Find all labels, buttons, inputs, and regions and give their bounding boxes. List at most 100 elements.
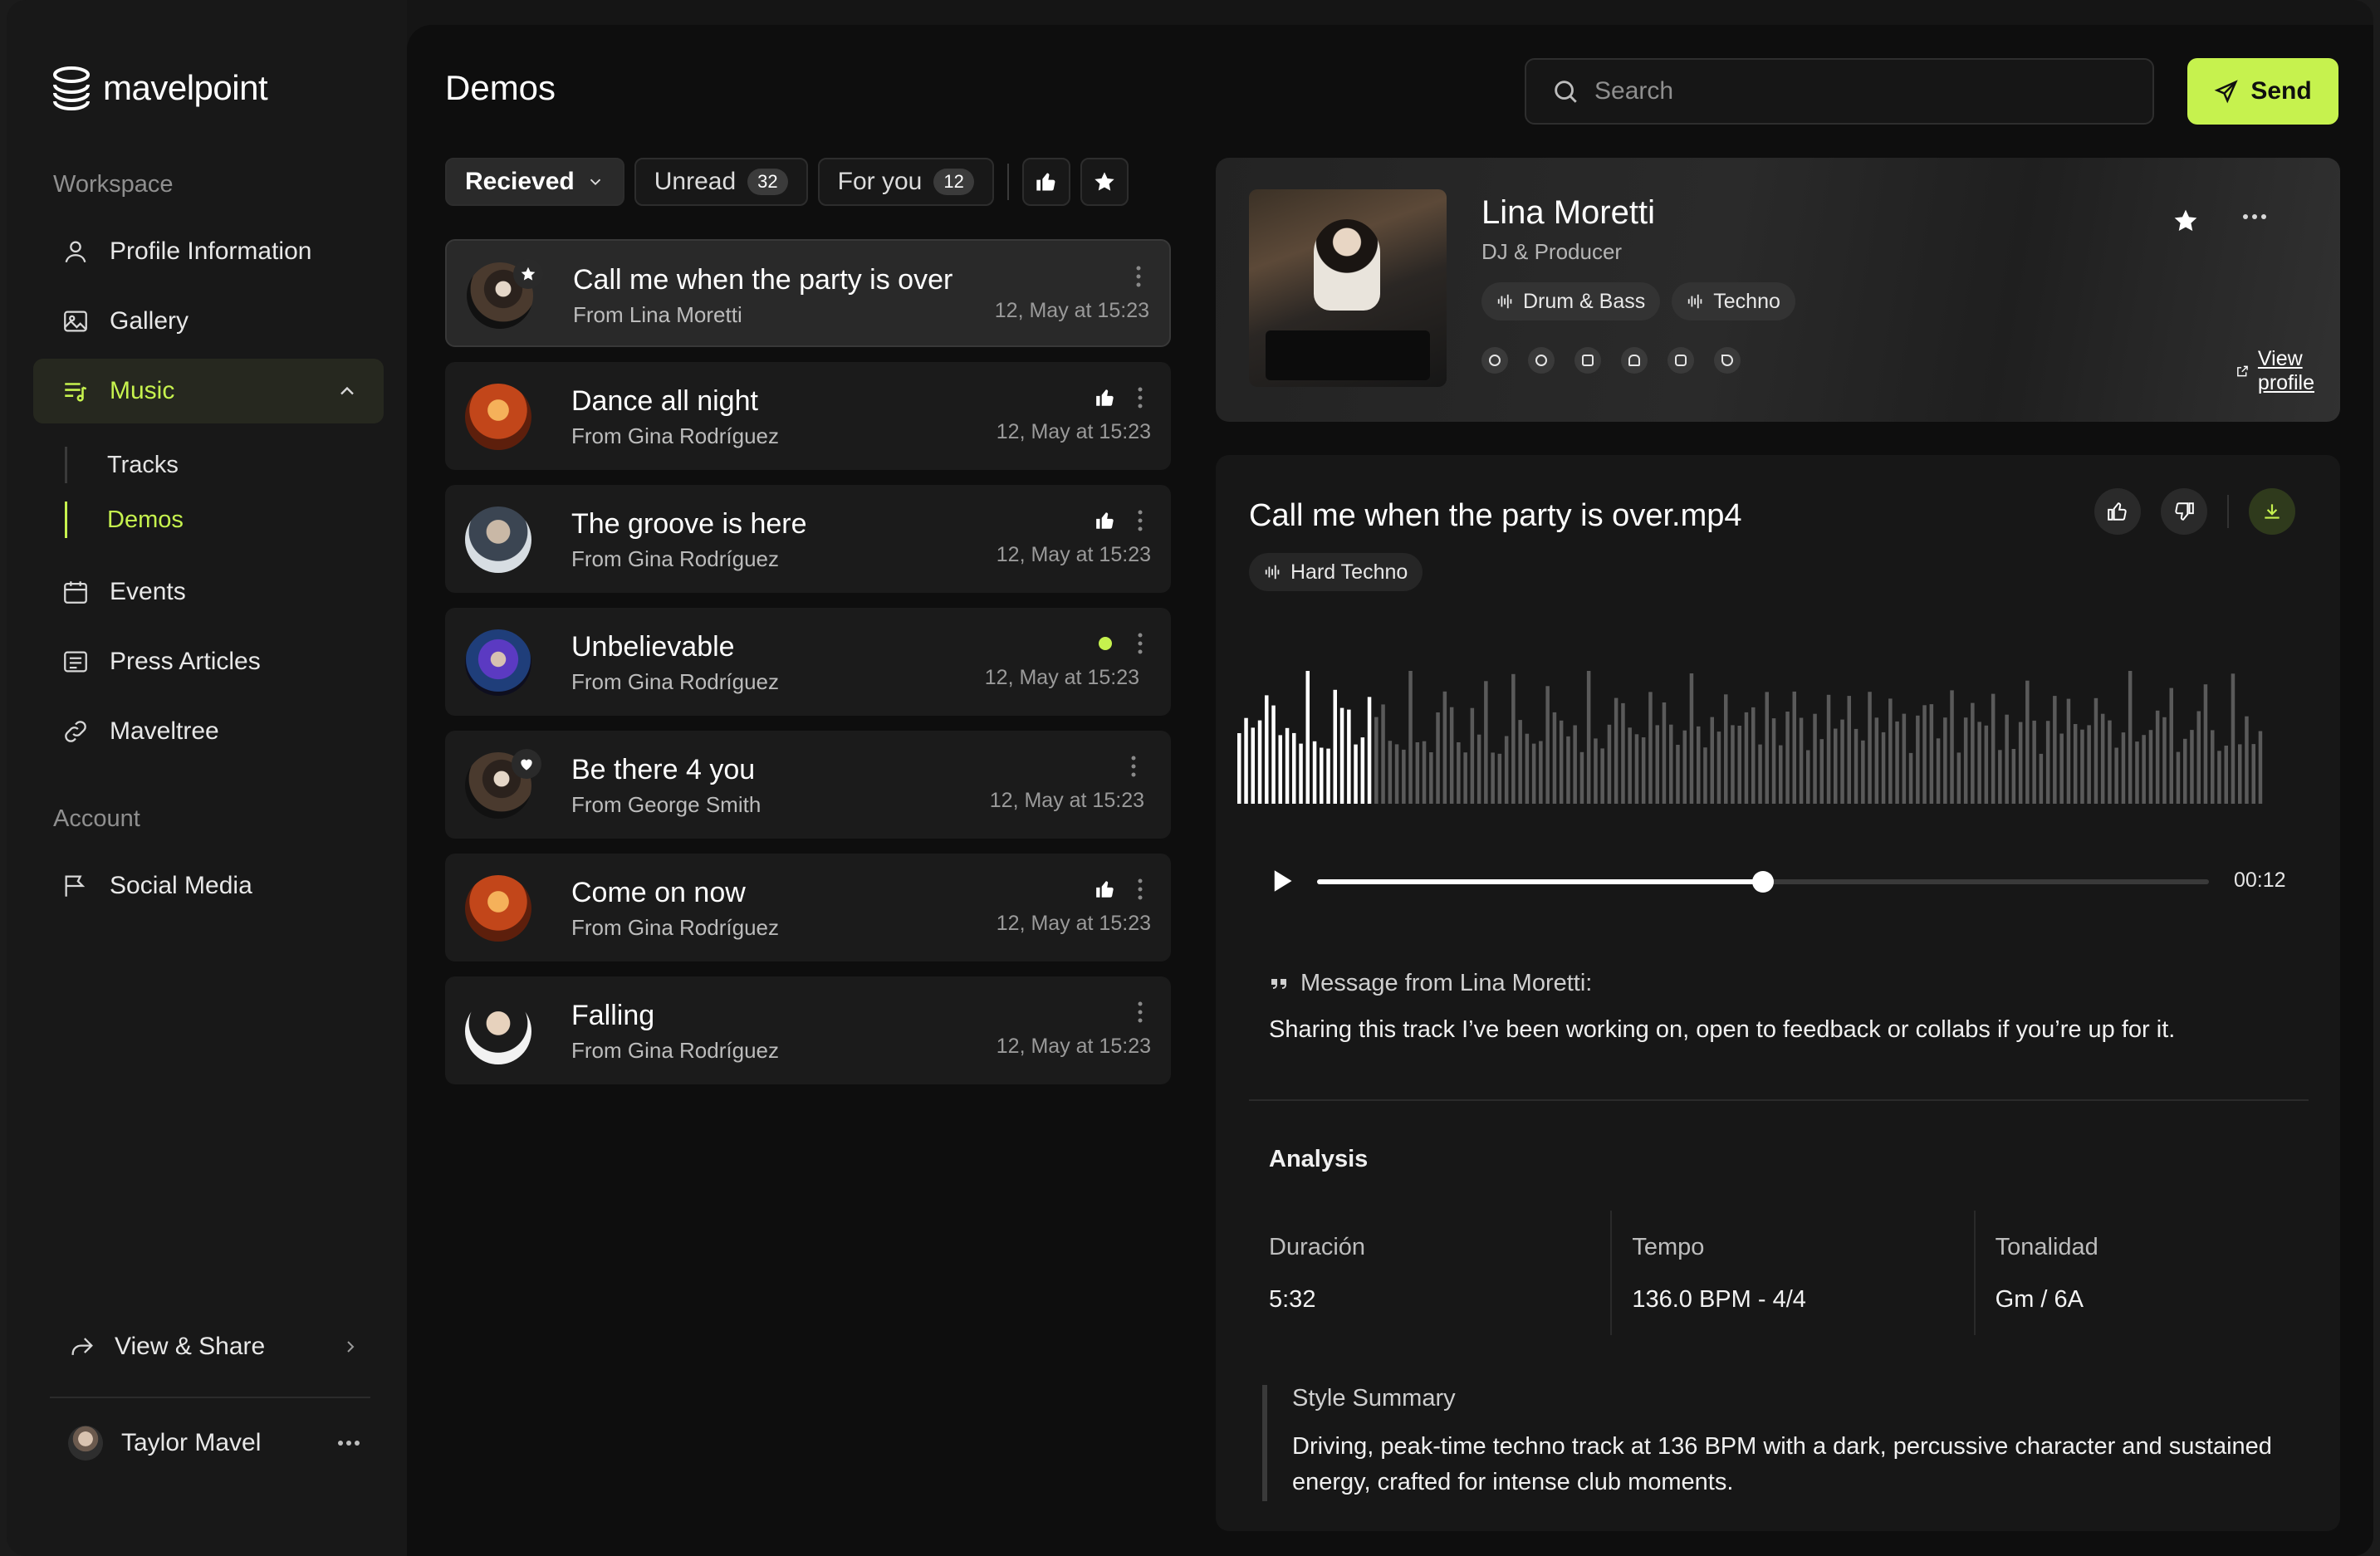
chevron-up-icon[interactable] bbox=[335, 379, 359, 403]
external-link-icon bbox=[2237, 365, 2248, 377]
sidebar-item-social-media[interactable]: Social Media bbox=[33, 854, 384, 918]
stat-label: Tonalidad bbox=[1995, 1234, 2098, 1260]
seek-bar-handle[interactable] bbox=[1752, 871, 1774, 893]
waveform-bar bbox=[1552, 712, 1557, 804]
waveform-bar bbox=[2128, 671, 2133, 804]
demo-sender: From Lina Moretti bbox=[573, 302, 742, 327]
waveform-bar bbox=[1476, 734, 1481, 804]
demo-player-panel: Call me when the party is over.mp4 Hard … bbox=[1216, 455, 2340, 1531]
list-item[interactable]: Falling From Gina Rodríguez 12, May at 1… bbox=[445, 976, 1171, 1084]
dislike-button[interactable] bbox=[2161, 488, 2207, 535]
more-vertical-icon[interactable] bbox=[1136, 266, 1141, 287]
waveform-bar bbox=[2176, 751, 2181, 804]
tiktok-icon[interactable] bbox=[1714, 347, 1741, 374]
filter-starred-button[interactable] bbox=[1080, 158, 1129, 206]
more-vertical-icon[interactable] bbox=[1138, 1001, 1143, 1023]
thumbs-up-icon bbox=[1036, 173, 1055, 191]
youtube-icon[interactable] bbox=[1574, 347, 1601, 374]
message-header: Message from Lina Moretti: bbox=[1269, 970, 1592, 997]
sidebar-item-label: Profile Information bbox=[110, 237, 312, 265]
workspace-label: Workspace bbox=[53, 171, 174, 198]
seek-bar[interactable] bbox=[1317, 871, 2209, 893]
spotify-icon[interactable] bbox=[1528, 347, 1555, 374]
artist-name: Lina Moretti bbox=[1481, 194, 1655, 231]
genre-tag: Techno bbox=[1672, 282, 1795, 320]
waveform-bar bbox=[1799, 717, 1804, 804]
sidebar-item-profile[interactable]: Profile Information bbox=[33, 219, 384, 284]
more-horizontal-icon[interactable] bbox=[2242, 213, 2267, 221]
waveform-bar bbox=[1614, 697, 1618, 804]
waveform-bar bbox=[1669, 724, 1673, 804]
filter-for-you[interactable]: For you 12 bbox=[817, 158, 994, 206]
play-icon[interactable] bbox=[1271, 869, 1294, 893]
waveform-bar bbox=[1922, 705, 1927, 804]
demo-sender: From George Smith bbox=[571, 792, 762, 817]
download-icon bbox=[2265, 504, 2280, 519]
waveform-bar bbox=[1861, 740, 1865, 804]
waveform-bar bbox=[1484, 681, 1488, 804]
soundcloud-icon[interactable] bbox=[1621, 347, 1648, 374]
waveform-bar bbox=[1916, 715, 1920, 804]
star-badge bbox=[513, 259, 543, 289]
list-item[interactable]: Come on now From Gina Rodríguez 12, May … bbox=[445, 854, 1171, 961]
stat-duration: Duración 5:32 bbox=[1249, 1211, 1613, 1335]
waveform-bar bbox=[1354, 744, 1358, 804]
waveform-bar bbox=[2135, 741, 2139, 804]
waveform-bar bbox=[1586, 671, 1591, 804]
sidebar-divider bbox=[50, 1397, 370, 1398]
style-summary-text: Driving, peak-time techno track at 136 B… bbox=[1292, 1433, 2272, 1495]
sidebar-subitem-tracks[interactable]: Tracks bbox=[65, 447, 179, 483]
more-vertical-icon[interactable] bbox=[1138, 510, 1143, 531]
more-horizontal-icon[interactable] bbox=[337, 1439, 360, 1447]
filter-liked-button[interactable] bbox=[1021, 158, 1070, 206]
waveform-bar bbox=[2224, 746, 2228, 804]
sidebar-item-music[interactable]: Music bbox=[33, 359, 384, 423]
list-item[interactable]: Unbelievable From Gina Rodríguez 12, May… bbox=[445, 608, 1171, 716]
user-menu[interactable]: Taylor Mavel bbox=[45, 1418, 377, 1468]
waveform-bar bbox=[2162, 717, 2167, 804]
list-item[interactable]: Dance all night From Gina Rodríguez 12, … bbox=[445, 362, 1171, 470]
like-button[interactable] bbox=[2094, 488, 2141, 535]
filter-unread[interactable]: Unread 32 bbox=[634, 158, 808, 206]
waveform-bar bbox=[2100, 713, 2105, 804]
dj-deck bbox=[1266, 330, 1430, 380]
send-button[interactable]: Send bbox=[2187, 58, 2338, 125]
globe-icon[interactable] bbox=[1481, 347, 1508, 374]
waveform-bar bbox=[2108, 720, 2112, 804]
list-item[interactable]: Be there 4 you From George Smith 12, May… bbox=[445, 731, 1171, 839]
waveform-bar bbox=[1320, 747, 1324, 804]
waveform-bar bbox=[2032, 720, 2036, 804]
sidebar-item-gallery[interactable]: Gallery bbox=[33, 289, 384, 354]
instagram-icon[interactable] bbox=[1667, 347, 1694, 374]
demo-title: Call me when the party is over bbox=[573, 264, 953, 296]
waveform[interactable] bbox=[1237, 663, 2265, 804]
view-share-button[interactable]: View & Share bbox=[45, 1322, 377, 1372]
more-vertical-icon[interactable] bbox=[1138, 878, 1143, 900]
stat-value: 5:32 bbox=[1269, 1286, 1316, 1313]
favorite-star-icon[interactable] bbox=[2172, 208, 2199, 234]
search-box[interactable] bbox=[1525, 58, 2154, 125]
sidebar-item-label: Music bbox=[110, 377, 175, 404]
list-item[interactable]: The groove is here From Gina Rodríguez 1… bbox=[445, 485, 1171, 593]
filter-received-dropdown[interactable]: Recieved bbox=[445, 158, 624, 206]
sidebar-subitem-demos[interactable]: Demos bbox=[65, 502, 184, 538]
search-input[interactable] bbox=[1594, 77, 2126, 105]
waveform-bar bbox=[1724, 694, 1728, 804]
waveform-bar bbox=[2073, 724, 2078, 804]
brand-logo[interactable]: mavelpoint bbox=[51, 65, 268, 111]
image-icon bbox=[64, 311, 87, 332]
user-icon bbox=[65, 241, 86, 263]
more-vertical-icon[interactable] bbox=[1138, 633, 1143, 654]
view-profile-link[interactable]: View profile bbox=[2236, 347, 2340, 395]
filter-bar: Recieved Unread 32 For you 12 bbox=[445, 158, 1129, 206]
sidebar-item-press[interactable]: Press Articles bbox=[33, 629, 384, 694]
sidebar-item-events[interactable]: Events bbox=[33, 560, 384, 624]
list-item[interactable]: Call me when the party is over From Lina… bbox=[445, 239, 1171, 347]
waveform-bar bbox=[1402, 749, 1406, 804]
waveform-bar bbox=[2121, 732, 2126, 804]
more-vertical-icon[interactable] bbox=[1131, 756, 1136, 777]
more-vertical-icon[interactable] bbox=[1138, 387, 1143, 409]
avatar bbox=[465, 629, 531, 696]
sidebar-item-maveltree[interactable]: Maveltree bbox=[33, 699, 384, 764]
download-button[interactable] bbox=[2249, 488, 2295, 535]
